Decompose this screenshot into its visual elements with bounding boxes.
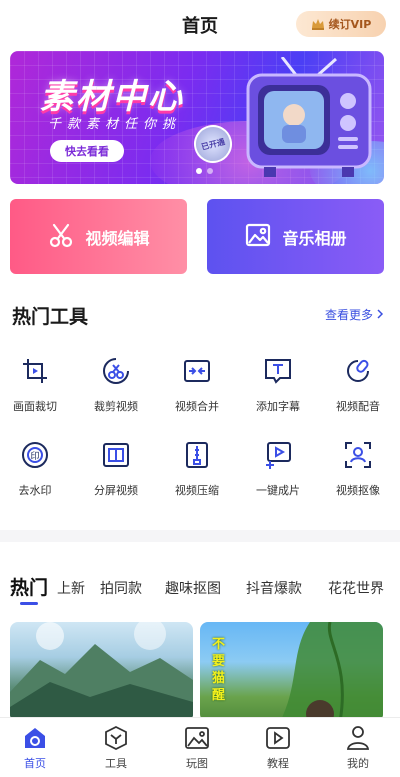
category-tabs: 热门 上新 拍同款 趣味抠图 抖音爆款 花花世界: [0, 570, 400, 610]
crown-icon: [311, 15, 325, 34]
compress-icon: [182, 440, 212, 470]
top-header: 首页 续订VIP: [0, 0, 400, 48]
image-icon: [244, 221, 272, 253]
see-more-link[interactable]: 查看更多: [325, 306, 384, 323]
tab-same-style[interactable]: 拍同款: [100, 578, 142, 598]
svg-text:印: 印: [30, 450, 39, 462]
promo-banner[interactable]: 素材中心 已开通 千款素材任你挑 快去看看: [10, 51, 384, 184]
watermark-remove-icon: 印: [20, 440, 50, 470]
banner-cta-button[interactable]: 快去看看: [50, 140, 124, 162]
nav-tutorials[interactable]: 教程: [238, 724, 318, 771]
tab-hot[interactable]: 热门: [10, 573, 48, 600]
split-screen-icon: [101, 440, 131, 470]
tab-douyin-hits[interactable]: 抖音爆款: [246, 578, 302, 598]
pagination-dot: [207, 168, 213, 174]
scissors-icon: [47, 221, 75, 253]
tool-watermark-remove[interactable]: 印 去水印: [0, 440, 75, 498]
pagination-dot: [196, 168, 202, 174]
video-edit-label: 视频编辑: [85, 228, 150, 248]
template-thumbnail[interactable]: 不要猫醒: [200, 622, 383, 722]
one-click-video-icon: [263, 440, 293, 470]
nav-home[interactable]: 首页: [0, 724, 75, 771]
tool-split-screen[interactable]: 分屏视频: [76, 440, 156, 498]
music-album-card[interactable]: 音乐相册: [207, 199, 384, 274]
tool-cut-video[interactable]: 裁剪视频: [76, 356, 156, 414]
video-edit-card[interactable]: 视频编辑: [10, 199, 187, 274]
tool-crop[interactable]: 画面裁切: [0, 356, 75, 414]
bottom-nav: 首页 工具 玩图 教程 我的: [0, 717, 400, 777]
see-more-label: 查看更多: [324, 308, 373, 322]
tool-subtitle[interactable]: 添加字幕: [238, 356, 318, 414]
thumbnail-caption: 不要猫醒: [212, 637, 226, 703]
tool-merge[interactable]: 视频合并: [157, 356, 237, 414]
banner-title: 素材中心: [40, 77, 184, 117]
mountain-image: [10, 622, 193, 722]
tool-matting[interactable]: 视频抠像: [318, 440, 398, 498]
matting-icon: [343, 440, 373, 470]
picture-icon: [183, 724, 211, 752]
toolbox-icon: [102, 724, 130, 752]
tab-new[interactable]: 上新: [57, 578, 85, 598]
tool-one-click-video[interactable]: 一键成片: [238, 440, 318, 498]
tutorial-icon: [264, 724, 292, 752]
chevron-right-icon: [376, 308, 384, 322]
banner-pagination: [196, 168, 213, 174]
banner-subtitle: 千款素材任你挑: [48, 117, 182, 132]
nav-profile[interactable]: 我的: [318, 724, 398, 771]
profile-icon: [344, 724, 372, 752]
cut-video-icon: [101, 356, 131, 386]
active-tab-indicator: [20, 602, 38, 605]
nav-play-images[interactable]: 玩图: [157, 724, 237, 771]
renew-vip-button[interactable]: 续订VIP: [296, 11, 386, 37]
hot-tools-title: 热门工具: [12, 306, 89, 328]
vip-label: 续订VIP: [328, 18, 372, 31]
music-album-label: 音乐相册: [282, 228, 347, 248]
tool-compress[interactable]: 视频压缩: [157, 440, 237, 498]
tab-flower-world[interactable]: 花花世界: [328, 578, 384, 598]
merge-icon: [182, 356, 212, 386]
subtitle-icon: [263, 356, 293, 386]
section-divider: [0, 530, 400, 542]
crop-icon: [20, 356, 50, 386]
home-icon: [21, 724, 49, 752]
dubbing-icon: [343, 356, 373, 386]
tool-dubbing[interactable]: 视频配音: [318, 356, 398, 414]
tab-fun-matting[interactable]: 趣味抠图: [165, 578, 221, 598]
template-thumbnail[interactable]: [10, 622, 193, 722]
tv-illustration: [244, 56, 374, 181]
nav-tools[interactable]: 工具: [76, 724, 156, 771]
